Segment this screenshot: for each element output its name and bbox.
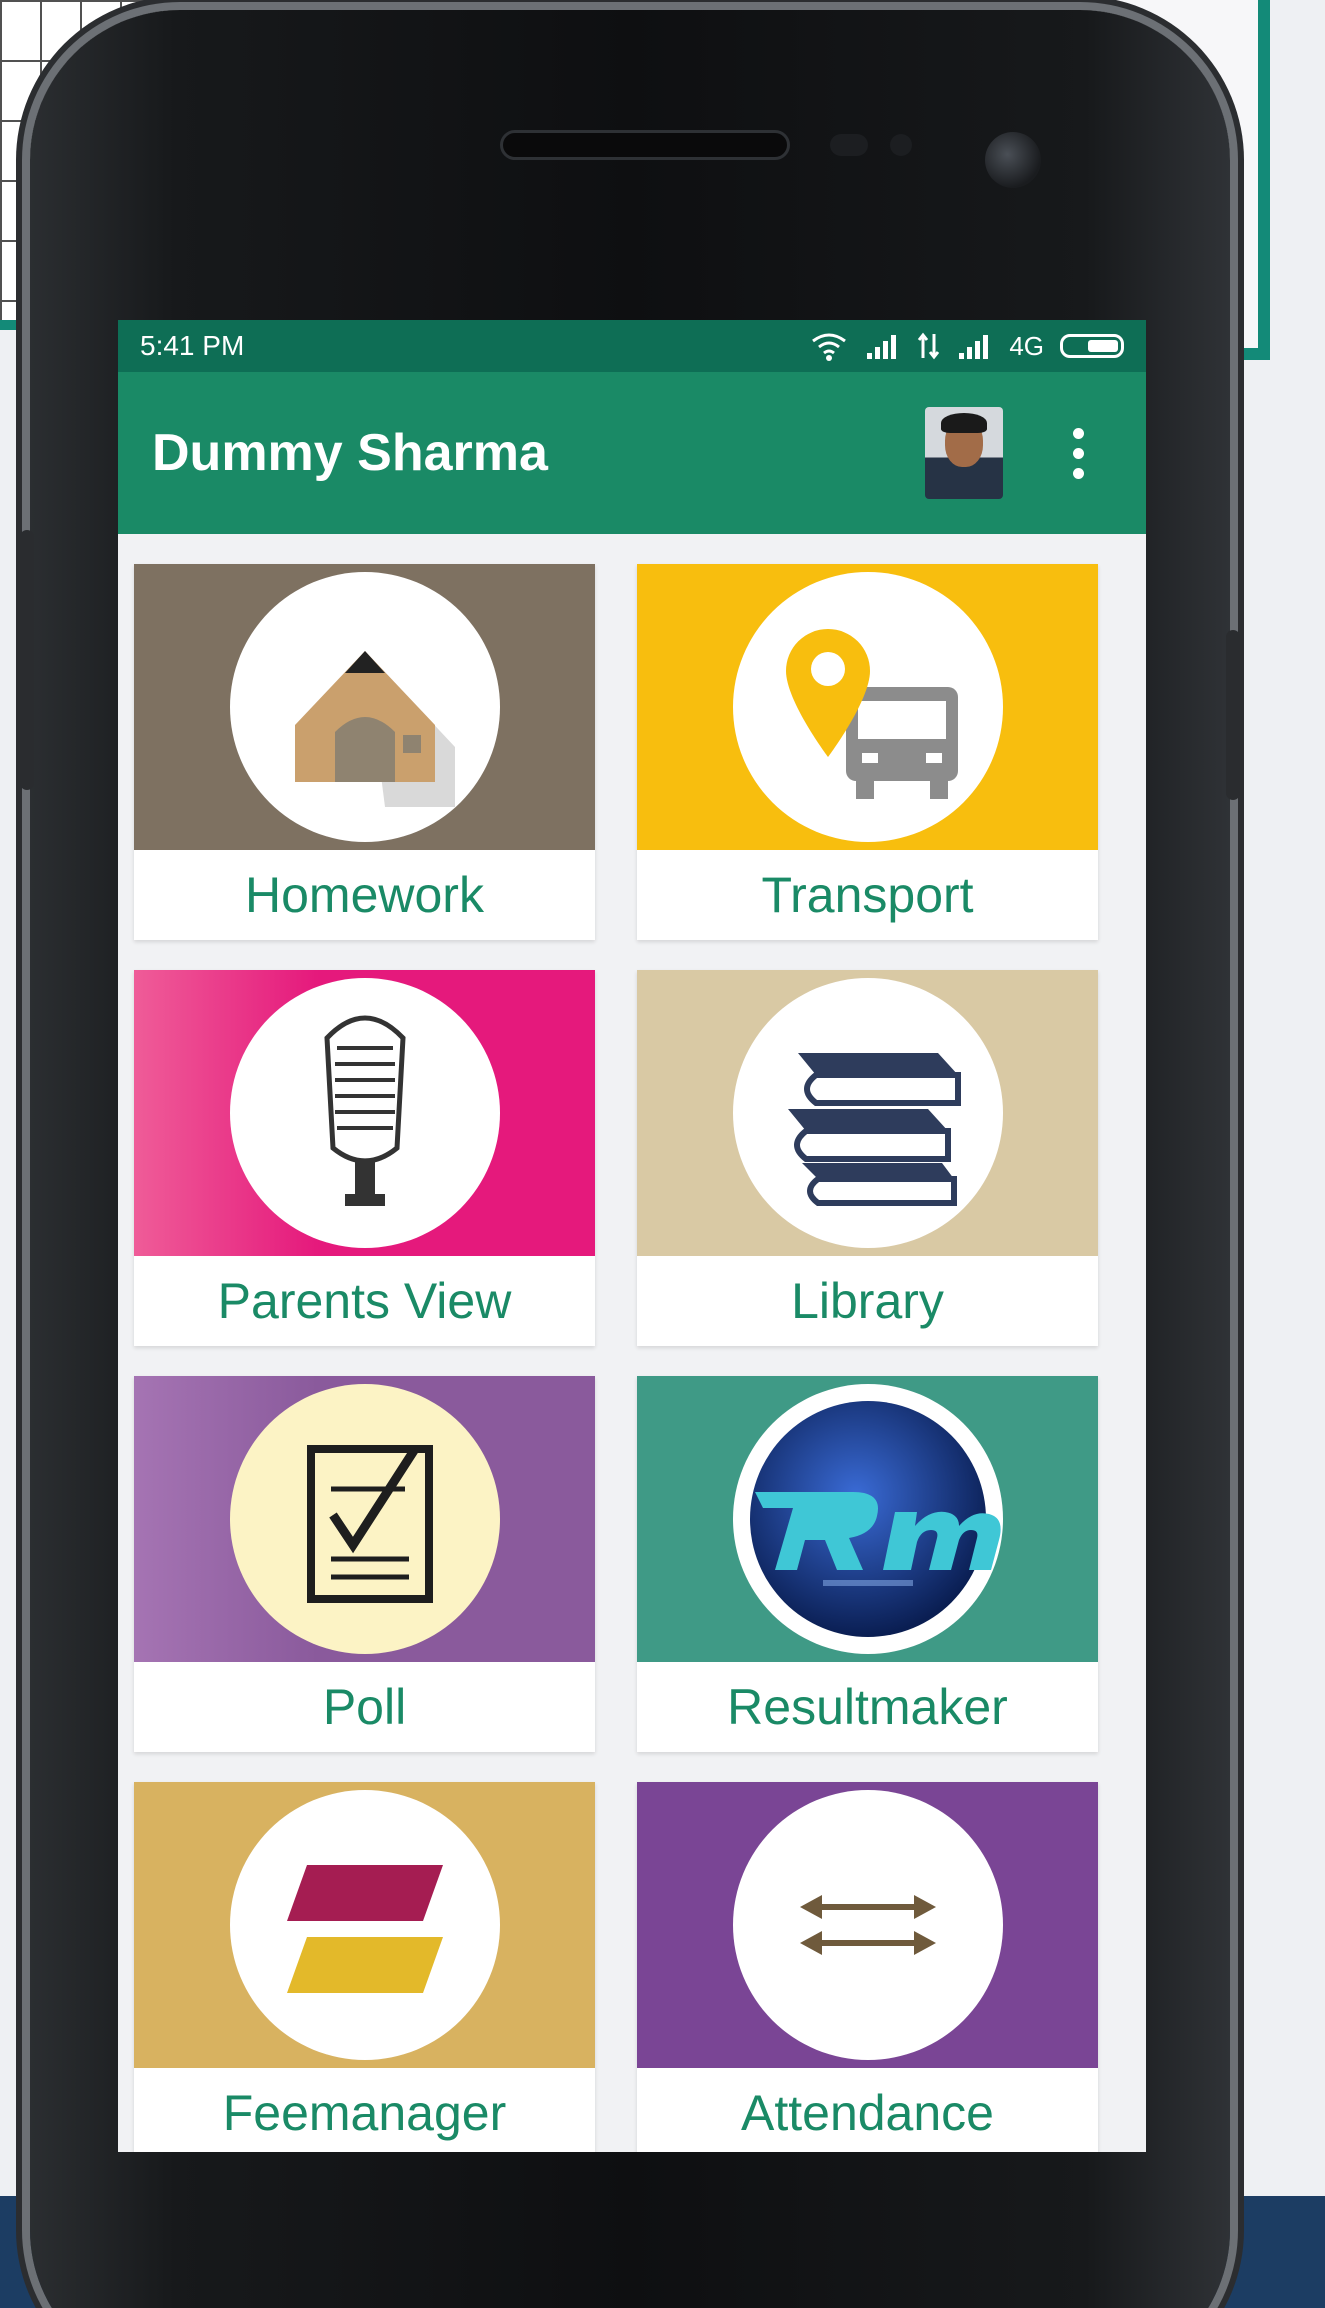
tile-homework[interactable]: Homework xyxy=(134,564,595,940)
tile-icon-circle xyxy=(732,1790,1003,2060)
volume-button xyxy=(20,530,34,790)
tile-art xyxy=(134,970,595,1256)
battery-icon xyxy=(1060,334,1124,358)
earpiece-speaker xyxy=(500,130,790,160)
avatar[interactable] xyxy=(925,407,1003,499)
tile-label: Attendance xyxy=(741,2085,994,2141)
tile-label: Transport xyxy=(761,867,974,923)
tile-icon-circle xyxy=(229,572,500,842)
tile-label: Parents View xyxy=(217,1273,512,1329)
tile-label: Library xyxy=(791,1273,944,1329)
module-grid: Homework Transport Parents View Library … xyxy=(134,564,1130,2152)
app-bar: Dummy Sharma xyxy=(118,372,1146,534)
tile-art xyxy=(637,970,1098,1256)
signal-icon xyxy=(867,335,897,359)
books-icon xyxy=(787,1053,961,1206)
house-icon xyxy=(294,651,455,807)
tile-art xyxy=(134,1782,595,2068)
network-type: 4G xyxy=(1009,330,1044,361)
front-camera xyxy=(985,132,1041,188)
resultmaker-logo xyxy=(749,1401,1001,1637)
tile-attendance[interactable]: Attendance xyxy=(637,1782,1098,2152)
tile-art xyxy=(134,564,595,850)
tile-icon-circle xyxy=(732,1384,1003,1654)
signal-icon-2 xyxy=(959,335,989,359)
wifi-icon xyxy=(812,333,847,361)
proximity-sensor xyxy=(830,134,868,156)
tile-icon-circle xyxy=(229,1384,500,1654)
tile-transport[interactable]: Transport xyxy=(637,564,1098,940)
power-button xyxy=(1226,630,1240,800)
tile-art xyxy=(637,1782,1098,2068)
microphone-icon xyxy=(323,1015,406,1206)
tile-label: Homework xyxy=(245,867,484,923)
tile-icon-circle xyxy=(732,572,1003,842)
phone-screen: 5:41 PM 4G Dummy Sharma Homework Transpo… xyxy=(118,320,1146,2152)
data-transfer-icon xyxy=(918,332,940,360)
feemanager-logo xyxy=(286,1865,443,1993)
more-options-icon[interactable] xyxy=(1073,427,1084,479)
tile-icon-circle xyxy=(732,978,1003,1248)
tile-art xyxy=(637,1376,1098,1662)
tile-feemanager[interactable]: Feemanager xyxy=(134,1782,595,2152)
tile-icon-circle xyxy=(229,978,500,1248)
tile-icon-circle xyxy=(229,1790,500,2060)
tile-poll[interactable]: Poll xyxy=(134,1376,595,1752)
tile-art xyxy=(637,564,1098,850)
ballot-checkmark-icon xyxy=(306,1445,433,1603)
bus-location-icon xyxy=(785,629,958,799)
stage: 5:41 PM 4G Dummy Sharma Homework Transpo… xyxy=(0,0,1325,2308)
tile-library[interactable]: Library xyxy=(637,970,1098,1346)
page-title: Dummy Sharma xyxy=(152,424,548,482)
tile-label: Feemanager xyxy=(222,2085,507,2141)
tile-art xyxy=(134,1376,595,1662)
status-bar: 5:41 PM 4G xyxy=(118,320,1146,372)
status-icons: 4G xyxy=(809,331,1124,362)
tile-parents-view[interactable]: Parents View xyxy=(134,970,595,1346)
tile-resultmaker[interactable]: Resultmaker xyxy=(637,1376,1098,1752)
light-sensor xyxy=(890,134,912,156)
tile-label: Poll xyxy=(322,1679,407,1735)
arrows-icon xyxy=(799,1895,936,1955)
status-time: 5:41 PM xyxy=(140,330,245,361)
tile-label: Resultmaker xyxy=(727,1679,1008,1735)
